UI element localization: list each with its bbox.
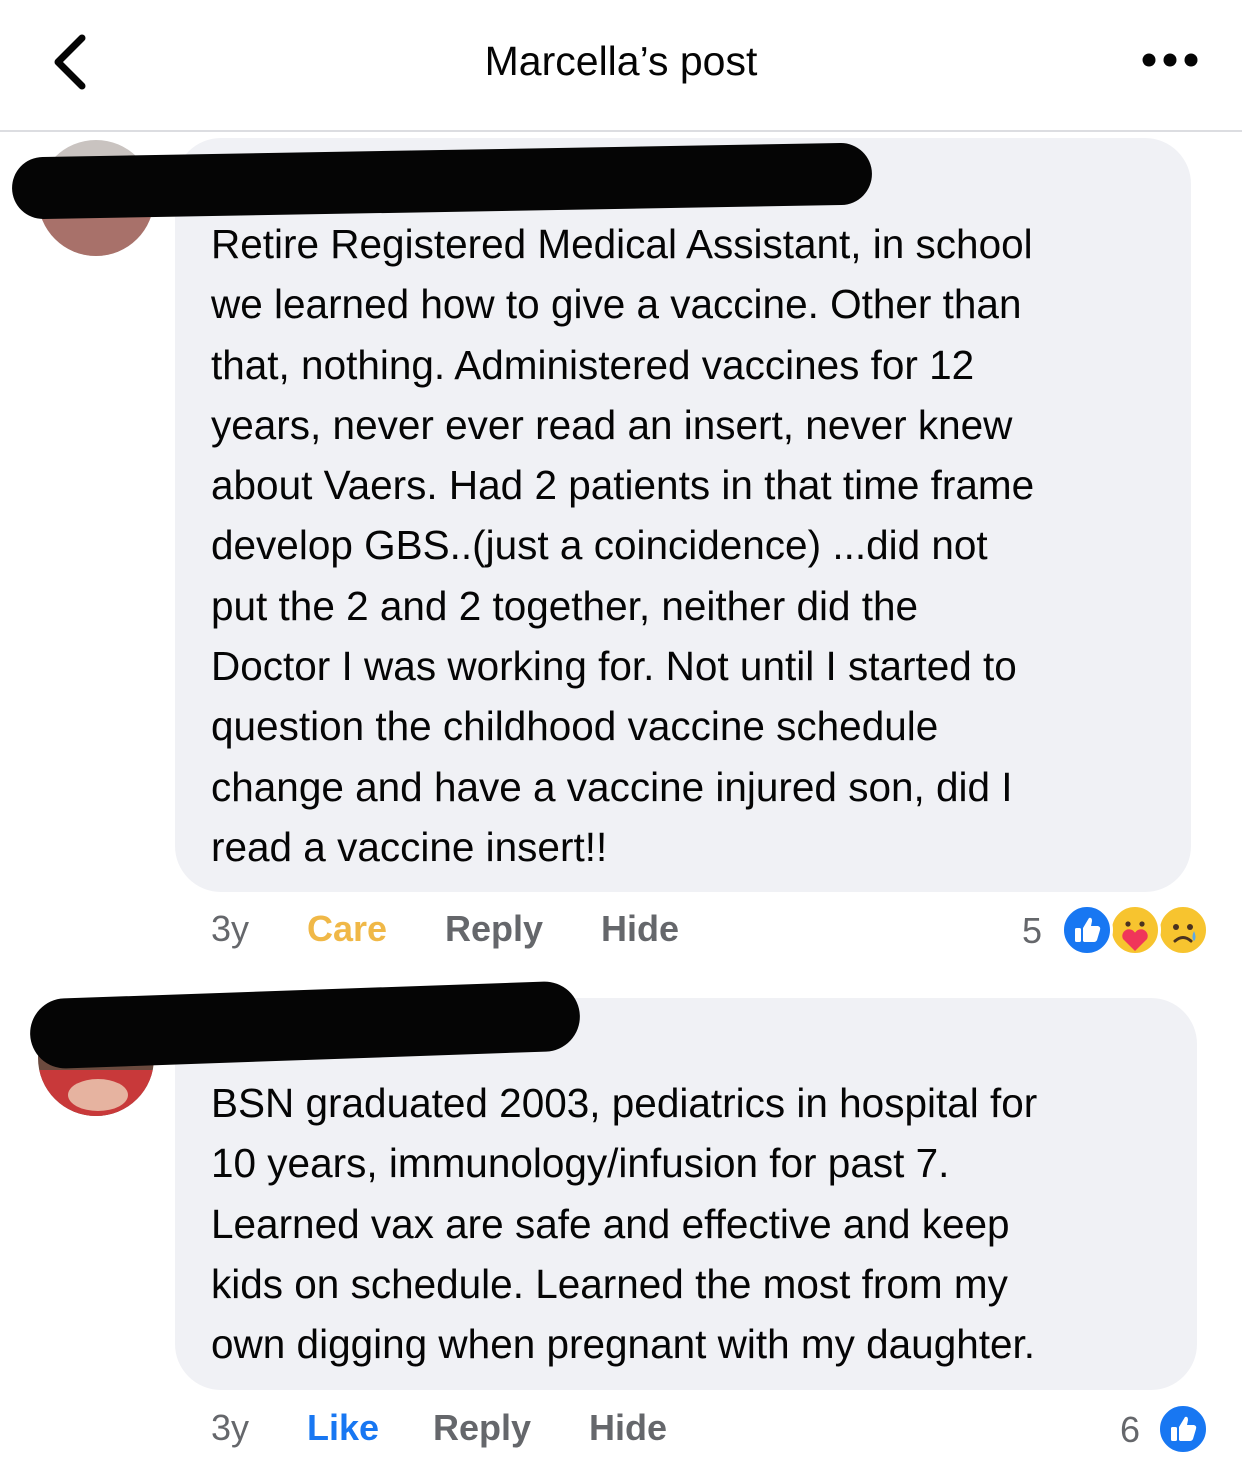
comment-text: BSN graduated 2003, pediatrics in hospit… [211,1080,1038,1368]
comment-actions: 3y Like Reply Hide [0,1407,1242,1457]
like-icon [1061,904,1113,956]
like-button[interactable]: Like [307,1407,379,1449]
more-dots-icon [1142,53,1198,67]
reaction-count[interactable]: 5 [1022,910,1042,952]
more-options-button[interactable] [1140,40,1200,80]
reply-button[interactable]: Reply [433,1407,531,1449]
header-bar: Marcella’s post [0,0,1242,132]
reply-button[interactable]: Reply [445,908,543,950]
comment-timestamp: 3y [211,1407,250,1448]
hide-button[interactable]: Hide [589,1407,667,1449]
comment-timestamp: 3y [211,908,250,949]
care-icon [1109,904,1161,956]
hide-button[interactable]: Hide [601,908,679,950]
sad-icon [1157,904,1209,956]
comment-actions: 3y Care Reply Hide [0,908,1242,958]
like-icon [1157,1403,1209,1455]
reaction-count[interactable]: 6 [1120,1409,1140,1451]
care-reaction-button[interactable]: Care [307,908,387,950]
page-title: Marcella’s post [484,38,758,84]
comment-text: Retire Registered Medical Assistant, in … [211,221,1035,870]
